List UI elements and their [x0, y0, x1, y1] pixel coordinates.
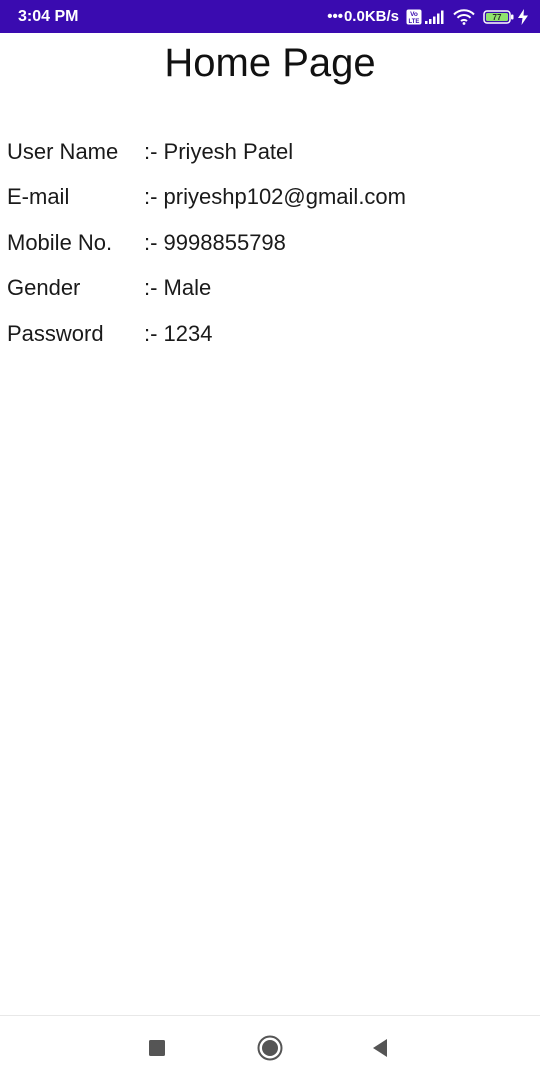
info-row-mobile: Mobile No. :- 9998855798	[7, 220, 527, 266]
email-label: E-mail	[7, 184, 70, 210]
navigation-bar	[0, 1015, 540, 1081]
gender-label: Gender	[7, 275, 81, 301]
battery-level: 77	[493, 13, 502, 22]
mobile-label: Mobile No.	[7, 229, 113, 255]
password-value: :- 1234	[144, 320, 213, 346]
gender-value: :- Male	[144, 275, 212, 301]
mobile-value: :- 9998855798	[144, 229, 286, 255]
back-button[interactable]	[364, 1032, 396, 1064]
info-row-gender: Gender :- Male	[7, 266, 527, 312]
status-bar: 3:04 PM •••0.0KB/s Vo LTE 77	[0, 0, 540, 33]
status-icons: •••0.0KB/s Vo LTE 77	[327, 6, 528, 28]
signal-icon	[425, 10, 445, 24]
info-row-user-name: User Name :- Priyesh Patel	[7, 129, 527, 175]
user-name-label: User Name	[7, 138, 119, 164]
password-label: Password	[7, 320, 104, 346]
charging-icon	[518, 9, 528, 25]
status-time: 3:04 PM	[18, 8, 79, 25]
recents-button[interactable]	[141, 1032, 173, 1064]
email-value: :- priyeshp102@gmail.com	[144, 184, 406, 210]
page-title: Home Page	[164, 41, 376, 85]
wifi-icon	[453, 9, 475, 25]
home-button[interactable]	[254, 1032, 286, 1064]
svg-text:Vo: Vo	[410, 11, 418, 18]
profile-info-list: User Name :- Priyesh Patel E-mail :- pri…	[7, 129, 527, 357]
network-speed: •••0.0KB/s	[327, 8, 399, 25]
user-name-value: :- Priyesh Patel	[144, 138, 294, 164]
volte-icon: Vo LTE	[406, 9, 422, 25]
recents-square-icon	[149, 1040, 165, 1056]
info-row-password: Password :- 1234	[7, 311, 527, 357]
svg-text:LTE: LTE	[409, 19, 420, 25]
back-triangle-icon	[373, 1039, 387, 1057]
home-circle-icon	[257, 1035, 283, 1061]
network-speed-value: 0.0KB/s	[343, 8, 399, 25]
battery-icon: 77	[483, 9, 515, 25]
info-row-email: E-mail :- priyeshp102@gmail.com	[7, 175, 527, 221]
